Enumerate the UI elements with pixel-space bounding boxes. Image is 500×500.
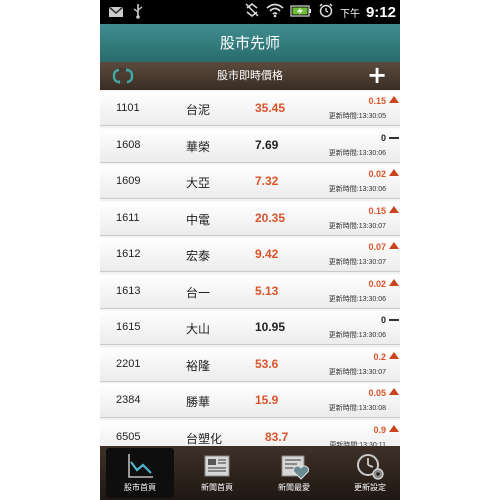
stock-name: 台塑化 — [186, 431, 223, 446]
status-left-icons — [108, 3, 144, 23]
add-stock-button[interactable]: + — [366, 63, 388, 87]
toolbar: 股市即時價格 + — [100, 62, 400, 90]
update-time: 更新時間:13:30:07 — [328, 222, 386, 230]
stock-row[interactable]: 1101 台泥 35.45 0.15 更新時間:13:30:05 — [100, 91, 400, 126]
stock-row[interactable]: 1608 華榮 7.69 0 更新時間:13:30:06 — [100, 127, 400, 163]
stock-change: 0.02 — [368, 169, 386, 179]
up-arrow-icon — [389, 278, 399, 286]
stock-row[interactable]: 1615 大山 10.95 0 更新時間:13:30:06 — [100, 310, 400, 345]
stock-row[interactable]: 1613 台一 5.13 0.02 更新時間:13:30:06 — [100, 273, 400, 309]
stock-code: 1101 — [116, 102, 140, 114]
stock-list[interactable]: 1101 台泥 35.45 0.15 更新時間:13:30:05 1608 華榮 7.69 0 更… — [100, 91, 400, 446]
stock-code: 1608 — [116, 138, 141, 151]
stock-name: 台一 — [186, 285, 211, 300]
chart-line-icon — [128, 454, 153, 478]
nav-label: 新聞首頁 — [201, 483, 233, 492]
stock-name: 裕隆 — [186, 358, 211, 373]
alarm-icon — [318, 2, 334, 22]
stock-price: 20.35 — [255, 210, 286, 225]
stock-code: 1609 — [116, 175, 141, 187]
usb-icon — [132, 3, 144, 23]
nav-label: 股市首頁 — [124, 483, 156, 492]
stock-row[interactable]: 1612 宏泰 9.42 0.07 更新時間:13:30:07 — [100, 237, 400, 272]
up-arrow-icon — [389, 424, 399, 432]
stock-row[interactable]: 1609 大亞 7.32 0.02 更新時間:13:30:06 — [100, 164, 400, 199]
stock-code: 2384 — [116, 394, 141, 406]
stock-price: 5.13 — [255, 283, 279, 298]
update-time: 更新時間:13:30:07 — [328, 368, 386, 376]
up-arrow-icon — [389, 351, 399, 359]
wifi-icon — [266, 2, 284, 22]
stock-change: 0.15 — [368, 205, 386, 216]
nav-news-favorites[interactable]: 新聞最愛 — [260, 448, 328, 498]
nav-label: 新聞最愛 — [278, 483, 310, 492]
nav-label: 更新設定 — [354, 483, 386, 492]
stock-price: 83.7 — [265, 429, 289, 444]
nav-stock-home[interactable]: 股市首頁 — [106, 448, 174, 498]
stock-name: 華榮 — [186, 139, 211, 154]
stock-change: 0 — [380, 132, 386, 143]
app-title: 股市先师 — [100, 24, 400, 63]
stock-price: 9.42 — [255, 247, 279, 261]
toolbar-title: 股市即時價格 — [217, 69, 283, 82]
status-ampm: 下午 — [339, 8, 360, 20]
stock-code: 1611 — [116, 211, 140, 224]
stock-change: 0.15 — [368, 96, 386, 106]
stock-name: 大山 — [186, 322, 211, 336]
up-arrow-icon — [389, 388, 399, 395]
update-time: 更新時間:13:30:06 — [328, 332, 386, 339]
stock-row[interactable]: 6505 台塑化 83.7 0.9 更新時間:13:30:11 — [100, 419, 400, 446]
stock-price: 35.45 — [255, 101, 286, 115]
up-arrow-icon — [389, 205, 399, 213]
favorite-news-icon — [281, 455, 309, 480]
stock-change: 0.9 — [373, 424, 386, 435]
status-right-icons: 下午 9:12 — [244, 2, 396, 22]
stock-code: 1615 — [116, 321, 141, 333]
update-settings-icon — [357, 454, 384, 480]
status-clock: 9:12 — [365, 3, 396, 21]
update-time: 更新時間:13:30:06 — [328, 149, 386, 157]
update-time: 更新時間:13:30:06 — [328, 186, 386, 193]
update-time: 更新時間:13:30:08 — [328, 405, 386, 412]
update-time: 更新時間:13:30:07 — [328, 259, 386, 266]
stock-name: 台泥 — [186, 103, 211, 117]
phone-screen: 下午 9:12 股市先师 股市即時價格 + 1101 台泥 35.45 0.15 更新時… — [100, 0, 400, 500]
stock-change: 0.05 — [368, 388, 386, 398]
stock-code: 1612 — [116, 248, 141, 260]
stock-price: 7.32 — [255, 174, 279, 188]
nav-update-settings[interactable]: 更新設定 — [336, 448, 400, 498]
stock-change: 0 — [380, 315, 386, 325]
up-arrow-icon — [389, 96, 399, 103]
bottom-nav: 股市首頁 新聞首頁 新聞最愛 更新設定 — [100, 446, 400, 500]
up-arrow-icon — [389, 242, 399, 249]
stock-row[interactable]: 2384 勝華 15.9 0.05 更新時間:13:30:08 — [100, 383, 400, 418]
up-arrow-icon — [389, 169, 399, 176]
stock-row[interactable]: 2201 裕隆 53.6 0.2 更新時間:13:30:07 — [100, 346, 400, 382]
stock-name: 中電 — [186, 212, 211, 227]
stock-code: 1613 — [116, 284, 141, 297]
stock-name: 勝華 — [186, 395, 211, 409]
stock-code: 2201 — [116, 357, 141, 370]
battery-charging-icon — [290, 3, 312, 22]
stock-change: 0.07 — [368, 242, 386, 252]
status-bar: 下午 9:12 — [100, 0, 400, 24]
stock-price: 7.69 — [255, 137, 279, 152]
unchanged-dash-icon — [389, 136, 399, 139]
stock-code: 6505 — [116, 430, 141, 443]
no-sync-icon — [244, 2, 260, 22]
update-time: 更新時間:13:30:05 — [328, 113, 386, 120]
nav-news-home[interactable]: 新聞首頁 — [183, 448, 251, 498]
stock-name: 宏泰 — [186, 249, 211, 263]
stock-row[interactable]: 1611 中電 20.35 0.15 更新時間:13:30:07 — [100, 200, 400, 236]
update-time: 更新時間:13:30:06 — [328, 295, 386, 303]
stock-price: 10.95 — [255, 320, 286, 334]
unchanged-dash-icon — [389, 319, 399, 321]
stock-change: 0.2 — [373, 351, 386, 362]
newspaper-icon — [204, 455, 230, 477]
stock-price: 53.6 — [255, 356, 279, 371]
stock-change: 0.02 — [368, 278, 386, 289]
stock-name: 大亞 — [186, 176, 211, 190]
stock-price: 15.9 — [255, 393, 279, 407]
mail-icon — [108, 4, 124, 23]
